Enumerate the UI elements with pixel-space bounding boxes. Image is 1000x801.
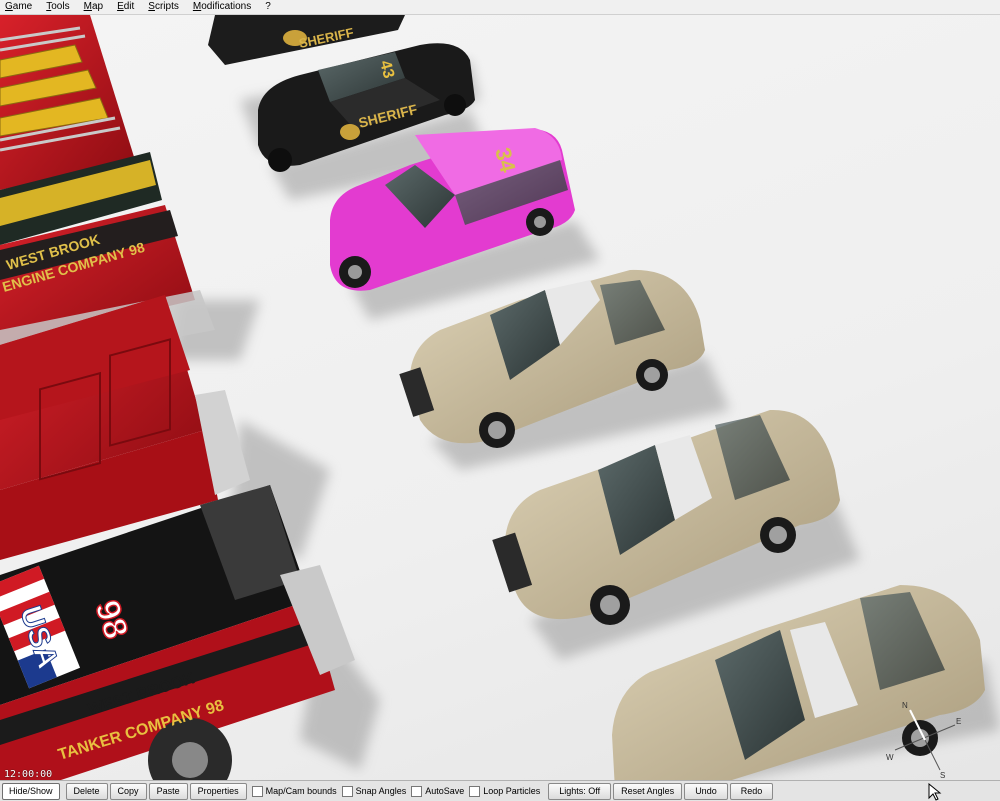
hide-show-button[interactable]: Hide/Show (2, 782, 60, 800)
game-time: 12:00:00 (4, 769, 53, 780)
menu-game[interactable]: Game (0, 0, 41, 14)
checkbox-box[interactable] (411, 785, 423, 797)
autosave-label: AutoSave (425, 786, 465, 796)
redo-button[interactable]: Redo (729, 782, 774, 800)
menu-scripts[interactable]: Scripts (143, 0, 188, 14)
menu-modifications[interactable]: Modifications (188, 0, 260, 14)
reset-angles-button[interactable]: Reset Angles (613, 782, 683, 800)
menu-tools[interactable]: Tools (41, 0, 78, 14)
copy-button[interactable]: Copy (109, 782, 147, 800)
menu-edit[interactable]: Edit (112, 0, 143, 14)
scene-render: SHERIFF SHERIFF 43 34 WEST BROOK ENGINE … (0, 15, 1000, 780)
editor-viewport[interactable]: SHERIFF SHERIFF 43 34 WEST BROOK ENGINE … (0, 15, 1000, 780)
compass-s: S (940, 771, 946, 780)
compass-n: N (902, 701, 908, 710)
loop-particles-label: Loop Particles (483, 786, 541, 796)
compass-w: W (886, 753, 894, 762)
delete-button[interactable]: Delete (65, 782, 108, 800)
compass: N E S W (880, 695, 970, 780)
checkbox-box[interactable] (251, 785, 263, 797)
menu-map[interactable]: Map (79, 0, 112, 14)
checkbox-box[interactable] (469, 785, 481, 797)
menu-help[interactable]: ? (260, 0, 280, 14)
ladder-truck (0, 15, 162, 245)
compass-e: E (956, 717, 962, 726)
menu-bar: Game Tools Map Edit Scripts Modification… (0, 0, 1000, 15)
editor-toolbar: Hide/Show Delete Copy Paste Properties M… (0, 780, 1000, 801)
lights-toggle-button[interactable]: Lights: Off (548, 782, 612, 800)
paste-button[interactable]: Paste (148, 782, 188, 800)
snap-angles-checkbox[interactable]: Snap Angles (341, 785, 407, 797)
autosave-checkbox[interactable]: AutoSave (411, 785, 465, 797)
map-cam-bounds-checkbox[interactable]: Map/Cam bounds (251, 785, 337, 797)
checkbox-box[interactable] (341, 785, 353, 797)
loop-particles-checkbox[interactable]: Loop Particles (469, 785, 541, 797)
snap-angles-label: Snap Angles (355, 786, 407, 796)
mouse-cursor-icon (928, 783, 942, 801)
properties-button[interactable]: Properties (189, 782, 247, 800)
undo-button[interactable]: Undo (684, 782, 728, 800)
map-cam-bounds-label: Map/Cam bounds (265, 786, 337, 796)
compass-rose-icon (894, 709, 956, 771)
